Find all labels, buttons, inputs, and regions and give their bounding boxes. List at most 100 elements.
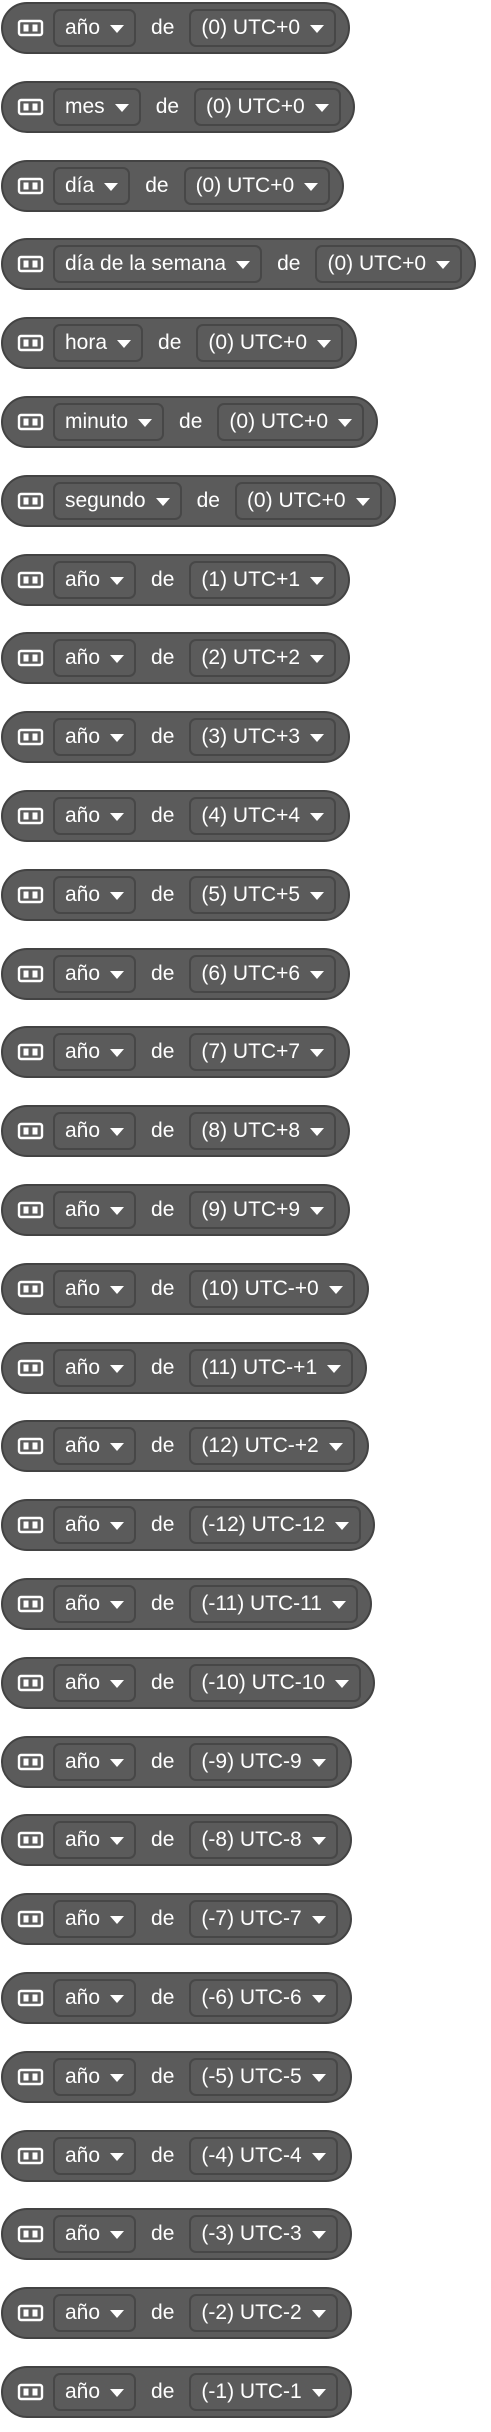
time-unit-dropdown[interactable]: año	[53, 1664, 137, 1702]
time-reporter-block[interactable]: año de (-9) UTC-9	[1, 1736, 352, 1788]
timezone-dropdown[interactable]: (0) UTC+0	[189, 9, 337, 47]
time-reporter-block[interactable]: año de (11) UTC-+1	[1, 1342, 368, 1394]
time-unit-dropdown[interactable]: año	[53, 1427, 137, 1465]
time-reporter-block[interactable]: año de (-1) UTC-1	[1, 2366, 352, 2418]
timezone-dropdown[interactable]: (0) UTC+0	[234, 482, 382, 520]
time-unit-dropdown[interactable]: año	[53, 1270, 137, 1308]
time-reporter-block[interactable]: año de (-5) UTC-5	[1, 2051, 352, 2103]
time-unit-dropdown[interactable]: año	[53, 1349, 137, 1387]
time-reporter-block[interactable]: año de (-10) UTC-10	[1, 1657, 376, 1709]
time-unit-dropdown[interactable]: año	[53, 1033, 137, 1071]
timezone-dropdown[interactable]: (-2) UTC-2	[189, 2294, 338, 2332]
timezone-dropdown[interactable]: (-5) UTC-5	[189, 2058, 338, 2096]
time-unit-dropdown[interactable]: año	[53, 2215, 137, 2253]
time-unit-dropdown[interactable]: hora	[53, 324, 144, 362]
timezone-dropdown[interactable]: (0) UTC+0	[194, 88, 341, 126]
time-reporter-block[interactable]: año de (-12) UTC-12	[1, 1499, 376, 1551]
time-reporter-block[interactable]: año de (6) UTC+6	[1, 948, 351, 1000]
timezone-dropdown[interactable]: (-12) UTC-12	[189, 1506, 362, 1544]
time-unit-dropdown[interactable]: año	[53, 797, 137, 835]
time-reporter-block[interactable]: año de (3) UTC+3	[1, 711, 351, 763]
timezone-dropdown[interactable]: (11) UTC-+1	[189, 1349, 354, 1387]
time-unit-dropdown[interactable]: año	[53, 876, 137, 914]
connector-label: de	[151, 1828, 175, 1851]
time-reporter-block[interactable]: año de (8) UTC+8	[1, 1105, 351, 1157]
timezone-dropdown[interactable]: (12) UTC-+2	[189, 1427, 355, 1465]
time-reporter-block[interactable]: segundo de (0) UTC+0	[1, 475, 396, 527]
time-reporter-block[interactable]: año de (4) UTC+4	[1, 790, 351, 842]
time-reporter-block[interactable]: minuto de (0) UTC+0	[1, 396, 378, 448]
time-unit-dropdown[interactable]: año	[53, 1112, 137, 1150]
time-unit-dropdown[interactable]: día de la semana	[53, 245, 263, 283]
time-unit-dropdown[interactable]: minuto	[53, 403, 165, 441]
time-reporter-block[interactable]: año de (-11) UTC-11	[1, 1578, 372, 1630]
timezone-dropdown[interactable]: (5) UTC+5	[189, 876, 337, 914]
time-unit-dropdown[interactable]: año	[53, 1506, 137, 1544]
time-unit-dropdown[interactable]: año	[53, 1821, 137, 1859]
time-reporter-block[interactable]: año de (12) UTC-+2	[1, 1420, 369, 1472]
timezone-dropdown[interactable]: (-7) UTC-7	[189, 1900, 338, 1938]
time-unit-dropdown[interactable]: año	[53, 718, 137, 756]
chevron-down-icon	[328, 1443, 343, 1451]
time-reporter-block[interactable]: año de (-2) UTC-2	[1, 2287, 352, 2339]
time-reporter-block[interactable]: año de (-3) UTC-3	[1, 2208, 352, 2260]
time-unit-dropdown[interactable]: año	[53, 2058, 137, 2096]
time-unit-dropdown[interactable]: año	[53, 2373, 137, 2411]
time-reporter-block[interactable]: año de (0) UTC+0	[1, 2, 351, 54]
timezone-dropdown[interactable]: (7) UTC+7	[189, 1033, 337, 1071]
time-unit-dropdown[interactable]: año	[53, 639, 137, 677]
chevron-down-icon	[310, 1207, 325, 1215]
timezone-dropdown[interactable]: (-10) UTC-10	[189, 1664, 362, 1702]
time-reporter-block[interactable]: mes de (0) UTC+0	[1, 81, 355, 133]
timezone-dropdown[interactable]: (10) UTC-+0	[189, 1270, 355, 1308]
chevron-down-icon	[110, 655, 125, 663]
timezone-dropdown[interactable]: (-6) UTC-6	[189, 1979, 338, 2017]
timezone-dropdown[interactable]: (9) UTC+9	[189, 1191, 337, 1229]
timezone-dropdown[interactable]: (-8) UTC-8	[189, 1821, 338, 1859]
timezone-dropdown[interactable]: (-11) UTC-11	[189, 1585, 358, 1623]
timezone-dropdown[interactable]: (-1) UTC-1	[189, 2373, 338, 2411]
time-unit-dropdown[interactable]: año	[53, 2137, 137, 2175]
timezone-dropdown[interactable]: (-9) UTC-9	[189, 1743, 338, 1781]
timezone-dropdown[interactable]: (8) UTC+8	[189, 1112, 337, 1150]
timezone-dropdown[interactable]: (-4) UTC-4	[189, 2137, 338, 2175]
timezone-dropdown[interactable]: (6) UTC+6	[189, 955, 337, 993]
time-unit-dropdown[interactable]: año	[53, 9, 137, 47]
time-reporter-block[interactable]: día de la semana de (0) UTC+0	[1, 238, 477, 290]
timezone-dropdown[interactable]: (0) UTC+0	[196, 324, 343, 362]
time-unit-dropdown[interactable]: año	[53, 1743, 137, 1781]
time-unit-dropdown[interactable]: año	[53, 1585, 137, 1623]
timezone-dropdown[interactable]: (3) UTC+3	[189, 718, 337, 756]
time-unit-dropdown[interactable]: año	[53, 955, 137, 993]
time-unit-dropdown[interactable]: año	[53, 2294, 137, 2332]
time-reporter-block[interactable]: año de (-7) UTC-7	[1, 1893, 352, 1945]
time-reporter-block[interactable]: año de (9) UTC+9	[1, 1184, 351, 1236]
time-reporter-block[interactable]: año de (10) UTC-+0	[1, 1263, 369, 1315]
timezone-dropdown[interactable]: (1) UTC+1	[189, 561, 337, 599]
time-reporter-block[interactable]: año de (5) UTC+5	[1, 869, 351, 921]
time-reporter-block[interactable]: hora de (0) UTC+0	[1, 317, 357, 369]
timezone-dropdown[interactable]: (2) UTC+2	[189, 639, 337, 677]
timezone-dropdown[interactable]: (0) UTC+0	[217, 403, 364, 441]
time-unit-dropdown[interactable]: mes	[53, 88, 141, 126]
time-unit-dropdown[interactable]: año	[53, 1979, 137, 2017]
time-reporter-block[interactable]: año de (2) UTC+2	[1, 632, 351, 684]
time-unit-value: año	[65, 883, 101, 906]
timezone-dropdown[interactable]: (4) UTC+4	[189, 797, 337, 835]
time-reporter-block[interactable]: año de (-6) UTC-6	[1, 1972, 352, 2024]
time-reporter-block[interactable]: año de (-8) UTC-8	[1, 1814, 352, 1866]
timezone-dropdown[interactable]: (0) UTC+0	[315, 245, 463, 283]
sensor-chip-icon	[17, 1594, 44, 1614]
connector-label: de	[151, 2380, 175, 2403]
time-unit-dropdown[interactable]: año	[53, 561, 137, 599]
timezone-dropdown[interactable]: (0) UTC+0	[183, 167, 331, 205]
time-unit-dropdown[interactable]: año	[53, 1900, 137, 1938]
timezone-dropdown[interactable]: (-3) UTC-3	[189, 2215, 338, 2253]
time-reporter-block[interactable]: día de (0) UTC+0	[1, 160, 345, 212]
time-unit-dropdown[interactable]: año	[53, 1191, 137, 1229]
time-reporter-block[interactable]: año de (1) UTC+1	[1, 554, 351, 606]
time-unit-dropdown[interactable]: día	[53, 167, 131, 205]
time-unit-dropdown[interactable]: segundo	[53, 482, 182, 520]
time-reporter-block[interactable]: año de (-4) UTC-4	[1, 2130, 352, 2182]
time-reporter-block[interactable]: año de (7) UTC+7	[1, 1026, 351, 1078]
